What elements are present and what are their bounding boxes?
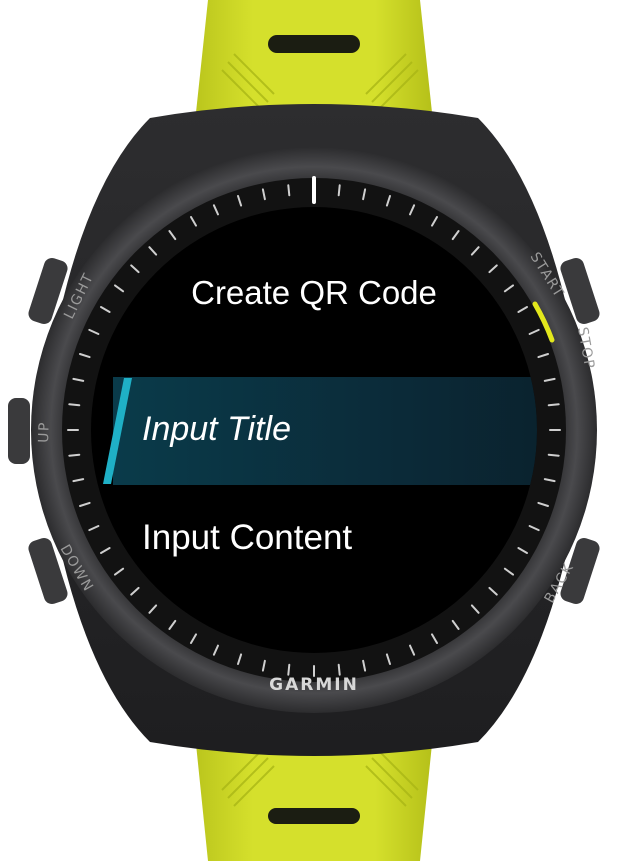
up-button[interactable] <box>8 398 32 464</box>
bezel-tick <box>337 184 341 197</box>
bezel-tick <box>547 453 560 457</box>
bezel-tick <box>68 403 81 407</box>
menu-item-input-content[interactable]: Input Content <box>142 520 352 555</box>
bezel-tick <box>547 403 560 407</box>
start-stop-button[interactable] <box>566 258 594 324</box>
menu-item-input-title[interactable]: Input Title <box>142 412 291 446</box>
screen-title: Create QR Code <box>191 274 437 311</box>
button-label-up: UP <box>36 421 53 443</box>
brand-logo: GARMIN <box>269 675 359 695</box>
bezel-tick <box>68 453 81 457</box>
watch-device: LIGHT UP DOWN START STOP BACK GARMIN <box>8 0 600 861</box>
bezel-tick <box>337 663 341 676</box>
down-button[interactable] <box>36 538 64 604</box>
watch-stage: LIGHT UP DOWN START STOP BACK GARMIN Cre… <box>0 0 628 861</box>
back-button[interactable] <box>566 538 594 604</box>
bezel-tick <box>287 663 291 676</box>
bezel-tick <box>287 184 291 197</box>
light-button[interactable] <box>36 258 64 324</box>
